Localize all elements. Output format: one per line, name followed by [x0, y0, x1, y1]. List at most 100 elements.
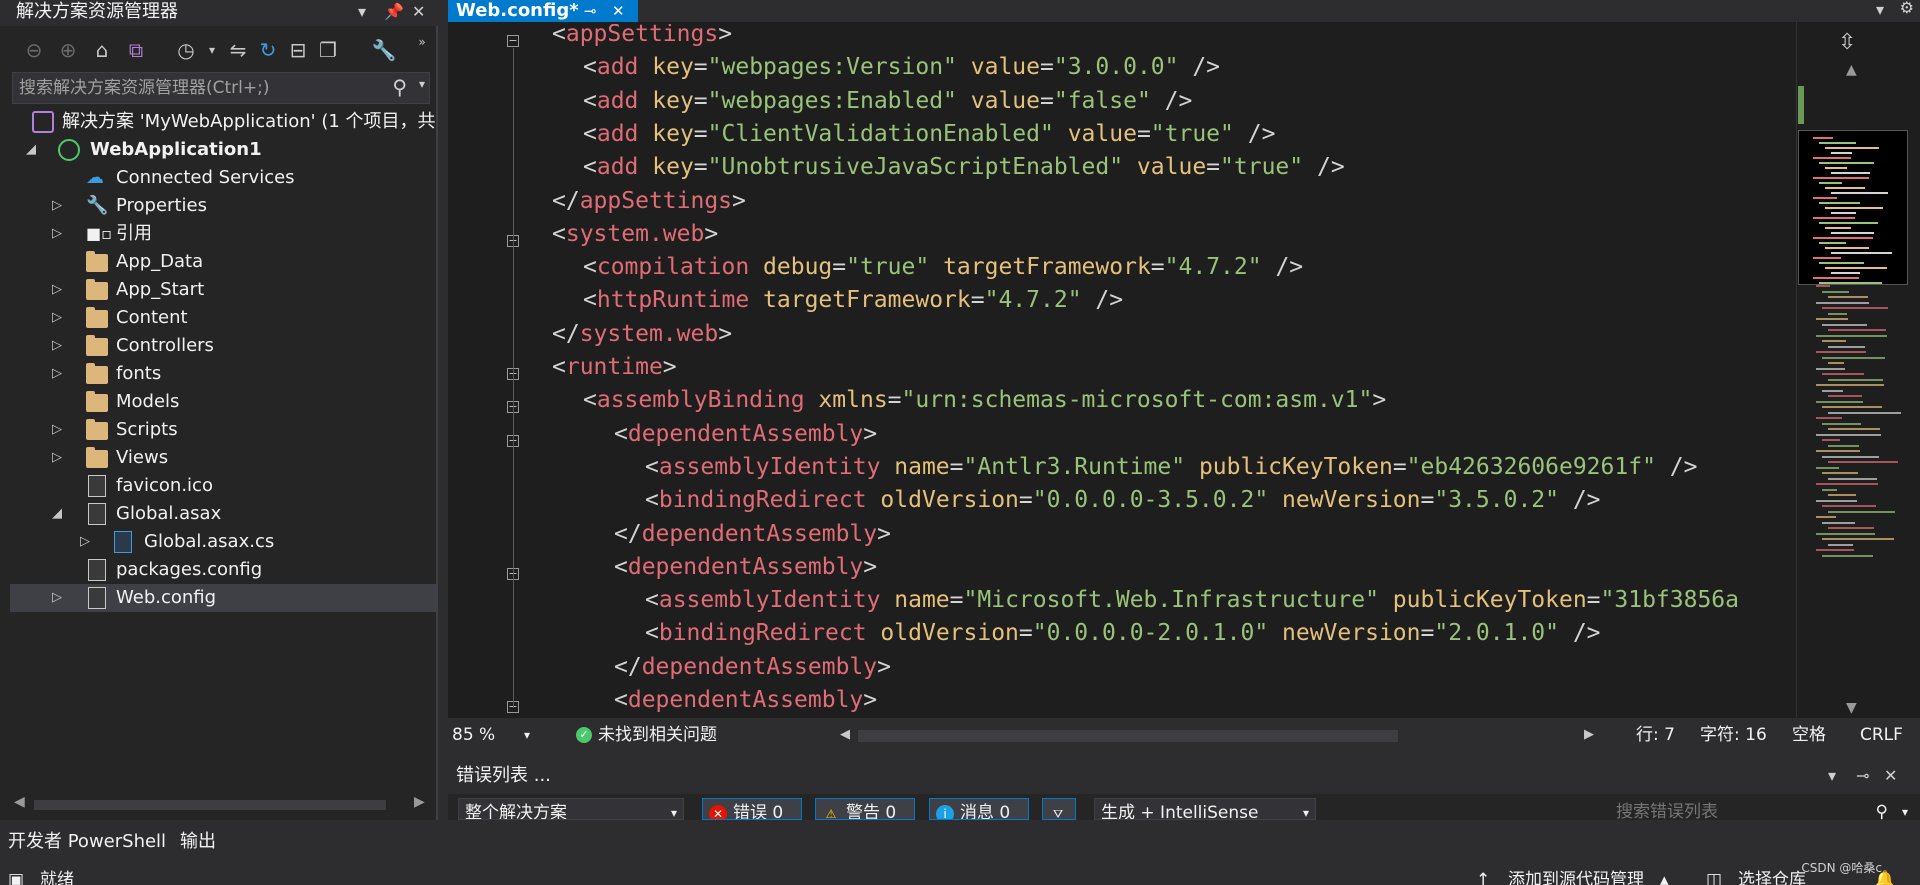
zoom-dropdown-icon[interactable]: ▾	[524, 718, 530, 752]
collapsed-arrow-icon[interactable]: ▷	[50, 304, 64, 332]
add-source-control-button[interactable]: 添加到源代码管理	[1508, 862, 1644, 885]
tree-item-file[interactable]: ◢ Global.asax	[10, 500, 436, 528]
pin-tab-icon[interactable]: ⊸	[584, 0, 597, 22]
split-editor-icon[interactable]: ⇳	[1838, 30, 1856, 55]
char-indicator[interactable]: 字符: 16	[1700, 718, 1767, 752]
code-line[interactable]: <appSettings>	[552, 24, 732, 51]
show-all-files-icon[interactable]: ❐	[314, 34, 342, 66]
code-line[interactable]: <runtime>	[552, 351, 677, 384]
minimap[interactable]	[1798, 285, 1908, 585]
editor-horizontal-scrollbar[interactable]	[858, 730, 1598, 742]
pending-changes-filter-icon[interactable]: ◷	[172, 34, 200, 66]
tree-item-folder[interactable]: ▷ Content	[10, 304, 436, 332]
back-icon[interactable]: ⊖	[20, 34, 48, 66]
code-line[interactable]: <compilation debug="true" targetFramewor…	[583, 251, 1303, 284]
scroll-left-icon[interactable]: ◀	[840, 718, 850, 752]
tree-item-file[interactable]: packages.config	[10, 556, 436, 584]
tab-developer-powershell[interactable]: 开发者 PowerShell	[8, 822, 166, 862]
tree-item-folder[interactable]: App_Data	[10, 248, 436, 276]
switch-views-icon[interactable]: ⧉	[122, 34, 150, 66]
code-line[interactable]: <add key="UnobtrusiveJavaScriptEnabled" …	[583, 151, 1345, 184]
collapsed-arrow-icon[interactable]: ▷	[50, 276, 64, 304]
code-line[interactable]: <add key="webpages:Version" value="3.0.0…	[583, 51, 1220, 84]
collapsed-arrow-icon[interactable]: ▷	[50, 220, 64, 248]
collapsed-arrow-icon[interactable]: ▷	[50, 584, 64, 612]
tree-item-folder[interactable]: ▷ Controllers	[10, 332, 436, 360]
code-line[interactable]: <assemblyIdentity name="Microsoft.Web.In…	[645, 584, 1739, 617]
chevron-down-icon[interactable]: ▾	[198, 34, 226, 66]
errors-filter-button[interactable]: ✕ 错误 0	[702, 798, 802, 820]
tree-item-folder[interactable]: ▷ Views	[10, 444, 436, 472]
search-options-dropdown-icon[interactable]: ▾	[1902, 798, 1908, 820]
warnings-filter-button[interactable]: ⚠ 警告 0	[815, 798, 915, 820]
refresh-icon[interactable]: ↻	[254, 34, 282, 66]
code-line[interactable]: <assemblyIdentity name="Antlr3.Runtime" …	[645, 451, 1697, 484]
scope-select[interactable]: 整个解决方案 ▾	[458, 798, 684, 820]
tree-item-references[interactable]: ▷ ■▫ 引用	[10, 220, 436, 248]
code-line[interactable]: <add key="webpages:Enabled" value="false…	[583, 85, 1192, 118]
code-line[interactable]: <bindingRedirect oldVersion="0.0.0.0-2.0…	[645, 617, 1601, 650]
dropdown-arrow-icon[interactable]: ▾	[358, 0, 366, 24]
tree-item-solution[interactable]: 解决方案 'MyWebApplication' (1 个项目，共	[10, 108, 436, 136]
scroll-left-icon[interactable]: ◀	[14, 794, 25, 810]
code-line[interactable]: <dependentAssembly>	[614, 684, 877, 717]
close-icon[interactable]: ✕	[1884, 758, 1897, 794]
collapsed-arrow-icon[interactable]: ▷	[50, 332, 64, 360]
tree-item-folder[interactable]: Models	[10, 388, 436, 416]
scroll-up-icon[interactable]: ▲	[1846, 62, 1857, 78]
line-indicator[interactable]: 行: 7	[1636, 718, 1675, 752]
zoom-level[interactable]: 85 %	[452, 718, 495, 752]
code-line[interactable]: <add key="ClientValidationEnabled" value…	[583, 118, 1275, 151]
pin-icon[interactable]: ⊸	[1856, 758, 1869, 794]
collapsed-arrow-icon[interactable]: ▷	[50, 416, 64, 444]
eol-indicator[interactable]: CRLF	[1860, 718, 1903, 752]
home-icon[interactable]: ⌂	[88, 34, 116, 66]
tree-item-connected-services[interactable]: ☁ Connected Services	[10, 164, 436, 192]
code-line[interactable]: <bindingRedirect oldVersion="0.0.0.0-3.5…	[645, 484, 1601, 517]
overflow-icon[interactable]: »	[408, 26, 436, 58]
collapsed-arrow-icon[interactable]: ▷	[50, 444, 64, 472]
tab-output[interactable]: 输出	[180, 822, 216, 862]
code-line[interactable]: <dependentAssembly>	[614, 551, 877, 584]
search-icon[interactable]: ⚲	[392, 75, 407, 99]
code-line[interactable]: </system.web>	[552, 318, 732, 351]
messages-filter-button[interactable]: i 消息 0	[929, 798, 1029, 820]
code-line[interactable]: <system.web>	[552, 218, 718, 251]
filter-button[interactable]: ⛛	[1042, 798, 1076, 820]
scrollbar-thumb[interactable]	[858, 730, 1398, 742]
forward-icon[interactable]: ⊕	[54, 34, 82, 66]
pin-icon[interactable]: 📌	[384, 0, 404, 24]
fold-toggle[interactable]: −	[507, 35, 519, 47]
collapsed-arrow-icon[interactable]: ▷	[50, 360, 64, 388]
code-area[interactable]: <appSettings> <add key="webpages:Version"…	[552, 24, 1792, 718]
gear-icon[interactable]: ⚙	[1900, 0, 1914, 17]
close-tab-icon[interactable]: ✕	[612, 0, 625, 22]
tree-item-project[interactable]: ◢ WebApplication1	[10, 136, 436, 164]
scrollbar-thumb[interactable]	[34, 800, 386, 810]
tree-item-file-selected[interactable]: ▷ Web.config	[10, 584, 436, 612]
error-search-input[interactable]	[1616, 802, 1856, 820]
tab-web-config[interactable]: Web.config* ⊸ ✕	[448, 0, 638, 22]
dropdown-arrow-icon[interactable]: ▾	[1828, 758, 1836, 794]
search-icon[interactable]: ⚲	[1876, 798, 1888, 820]
whitespace-indicator[interactable]: 空格	[1792, 718, 1826, 752]
code-line[interactable]: <httpRuntime targetFramework="4.7.2" />	[583, 284, 1123, 317]
code-line[interactable]: <assemblyBinding xmlns="urn:schemas-micr…	[583, 384, 1386, 417]
solution-horizontal-scrollbar[interactable]: ◀ ▶	[10, 792, 430, 816]
tree-item-file[interactable]: ▷ Global.asax.cs	[10, 528, 436, 556]
tree-item-file[interactable]: favicon.ico	[10, 472, 436, 500]
tree-item-folder[interactable]: ▷ Scripts	[10, 416, 436, 444]
solution-search-input[interactable]	[13, 73, 373, 103]
sync-icon[interactable]: ⇋	[224, 34, 252, 66]
collapse-all-icon[interactable]: ⊟	[284, 34, 312, 66]
scroll-down-icon[interactable]: ▼	[1846, 700, 1857, 716]
tree-item-folder[interactable]: ▷ fonts	[10, 360, 436, 388]
issues-status[interactable]: 未找到相关问题	[598, 718, 717, 752]
code-line[interactable]: <dependentAssembly>	[614, 418, 877, 451]
code-line[interactable]: </appSettings>	[552, 185, 746, 218]
code-line[interactable]: </dependentAssembly>	[614, 518, 891, 551]
tree-item-folder[interactable]: ▷ App_Start	[10, 276, 436, 304]
close-icon[interactable]: ✕	[412, 0, 425, 24]
minimap-viewport[interactable]	[1798, 130, 1908, 285]
search-options-dropdown-icon[interactable]: ▾	[419, 77, 425, 91]
